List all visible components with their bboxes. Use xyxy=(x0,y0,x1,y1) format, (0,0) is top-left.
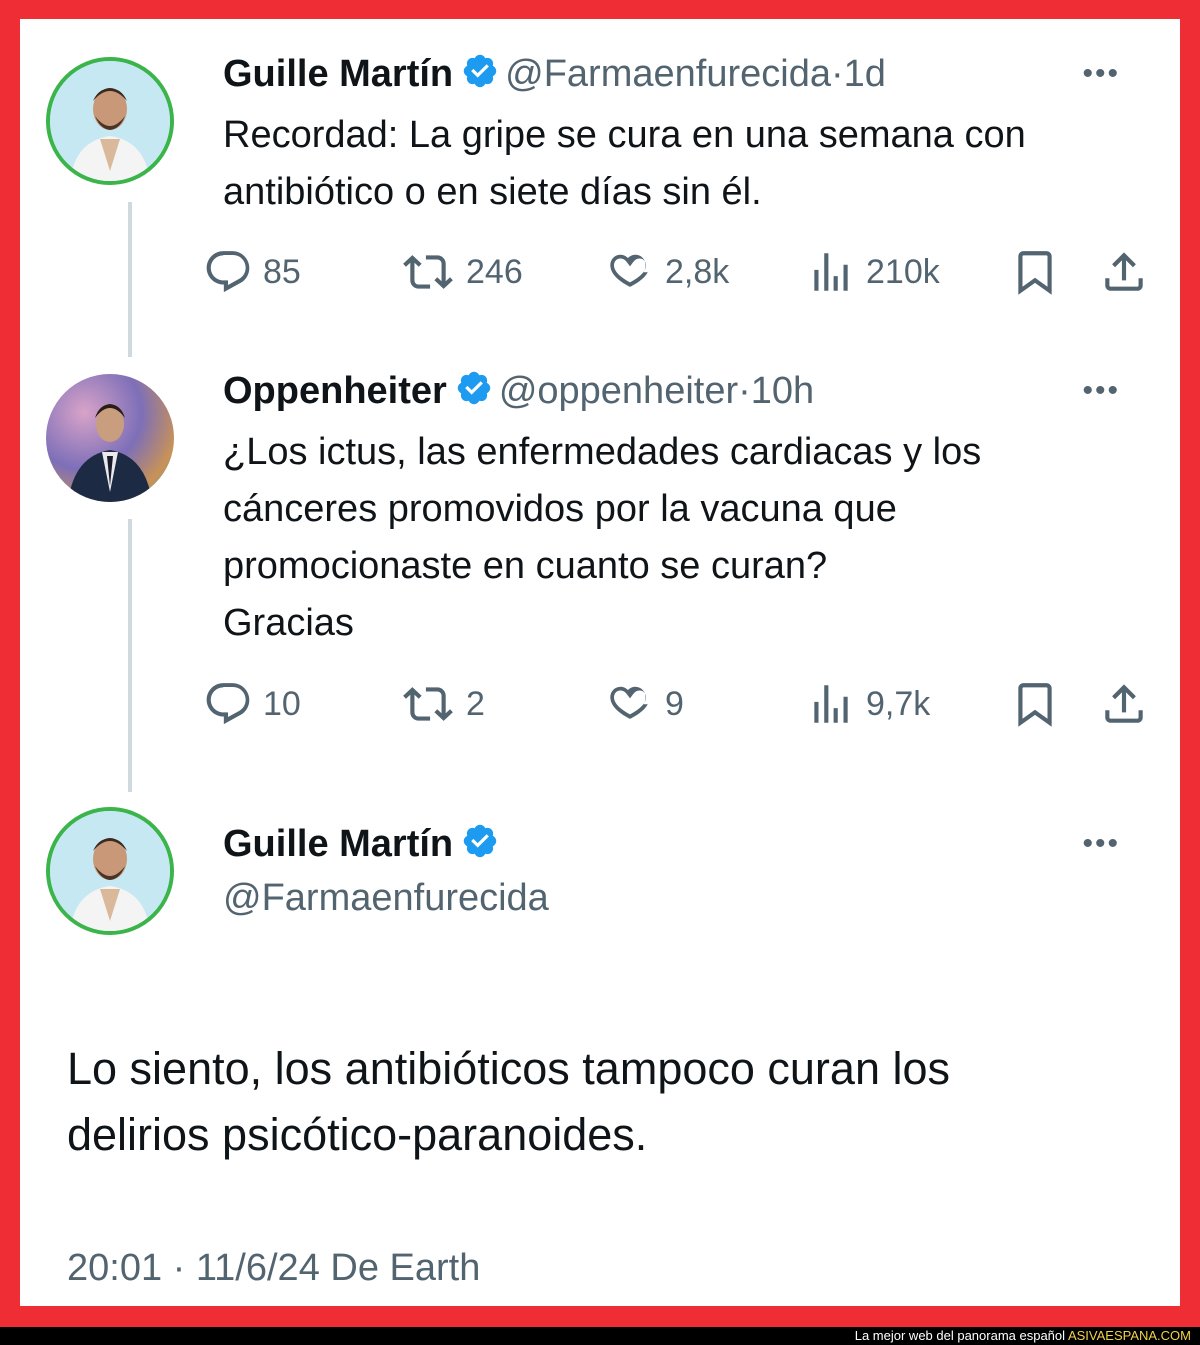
share-icon xyxy=(1105,252,1143,291)
reply-icon xyxy=(206,251,250,293)
views-button[interactable]: 9,7k xyxy=(806,679,930,729)
like-icon xyxy=(610,686,648,719)
bookmark-button[interactable] xyxy=(1010,679,1070,729)
reply-count: 10 xyxy=(263,684,301,723)
tweet-2-actions: 10 2 9 9,7k xyxy=(203,679,1150,727)
main-tweet-text-line: Lo siento, los antibióticos tampoco cura… xyxy=(67,1043,950,1094)
tweet-2-sep: · xyxy=(738,370,751,412)
person-avatar-image xyxy=(50,61,170,181)
views-button[interactable]: 210k xyxy=(806,247,940,297)
footer-site-link[interactable]: ASIVAESPANA.COM xyxy=(1068,1328,1191,1343)
thread-connector-2 xyxy=(128,519,132,792)
tweet-1-text-line: Recordad: La gripe se cura en una semana… xyxy=(223,114,1026,156)
tweet-2-text-line: ¿Los ictus, las enfermedades cardiacas y… xyxy=(223,431,982,473)
tweet-2-text: ¿Los ictus, las enfermedades cardiacas y… xyxy=(223,424,981,652)
bookmark-button[interactable] xyxy=(1010,247,1070,297)
main-tweet-text-line: delirios psicótico-paranoides. xyxy=(67,1109,648,1160)
avatar-guille-2[interactable] xyxy=(46,807,174,935)
main-tweet-header: Guille Martín xyxy=(223,822,505,870)
main-tweet-more-icon[interactable]: ••• xyxy=(1082,827,1120,861)
retweet-count: 246 xyxy=(466,252,523,291)
tweet-2-time[interactable]: 10h xyxy=(751,370,814,412)
share-button[interactable] xyxy=(1099,247,1159,297)
tweet-2-text-line: Gracias xyxy=(223,602,354,644)
tweet-1-header: Guille Martín @Farmaenfurecida·1d xyxy=(223,52,886,100)
retweet-button[interactable]: 2 xyxy=(400,679,485,729)
reply-button[interactable]: 85 xyxy=(203,247,301,297)
main-tweet-author-name[interactable]: Guille Martín xyxy=(223,823,453,865)
tweet-1-author-name[interactable]: Guille Martín xyxy=(223,53,453,95)
like-icon xyxy=(610,254,648,287)
tweet-2-handle[interactable]: @oppenheiter xyxy=(499,370,738,412)
avatar-oppenheiter[interactable] xyxy=(46,374,174,502)
bookmark-icon xyxy=(1018,683,1052,727)
verified-icon xyxy=(461,52,499,100)
views-count: 9,7k xyxy=(866,684,931,723)
tweet-2-text-line: promocionaste en cuanto se curan? xyxy=(223,545,828,587)
retweet-icon xyxy=(403,255,453,289)
person-avatar-image xyxy=(68,404,152,502)
tweet-2-header: Oppenheiter @oppenheiter·10h xyxy=(223,369,814,417)
thread-connector-1 xyxy=(128,202,132,357)
main-tweet-text: Lo siento, los antibióticos tampoco cura… xyxy=(67,1036,950,1168)
reply-count: 85 xyxy=(263,252,301,291)
tweet-1-handle[interactable]: @Farmaenfurecida xyxy=(505,53,831,95)
avatar-guille-1[interactable] xyxy=(46,57,174,185)
tweet-2-text-line: cánceres promovidos por la vacuna que xyxy=(223,488,897,530)
views-icon xyxy=(814,253,848,291)
retweet-button[interactable]: 246 xyxy=(400,247,523,297)
reply-icon xyxy=(206,683,250,725)
share-icon xyxy=(1105,684,1143,723)
main-tweet-handle[interactable]: @Farmaenfurecida xyxy=(223,877,549,920)
person-avatar-image xyxy=(50,811,170,931)
tweet-1-time[interactable]: 1d xyxy=(844,53,886,95)
tweet-1-sep: · xyxy=(830,53,844,95)
tweet-2-more-icon[interactable]: ••• xyxy=(1082,374,1120,408)
retweet-count: 2 xyxy=(466,684,485,723)
main-tweet-meta[interactable]: 20:01 · 11/6/24 De Earth xyxy=(67,1247,480,1290)
share-button[interactable] xyxy=(1099,679,1159,729)
like-button[interactable]: 9 xyxy=(605,679,684,729)
screenshot-card: Guille Martín @Farmaenfurecida·1d ••• Rec… xyxy=(20,19,1180,1306)
footer-tagline: La mejor web del panorama español xyxy=(854,1328,1068,1343)
like-count: 9 xyxy=(665,684,684,723)
bookmark-icon xyxy=(1018,251,1052,295)
views-count: 210k xyxy=(866,252,940,291)
verified-icon xyxy=(461,822,499,870)
views-icon xyxy=(814,685,848,723)
like-count: 2,8k xyxy=(665,252,730,291)
verified-icon xyxy=(455,369,493,417)
tweet-1-actions: 85 246 2,8k 210k xyxy=(203,247,1150,295)
site-footer: La mejor web del panorama español ASIVAE… xyxy=(0,1327,1200,1345)
tweet-2-author-name[interactable]: Oppenheiter xyxy=(223,370,447,412)
reply-button[interactable]: 10 xyxy=(203,679,301,729)
like-button[interactable]: 2,8k xyxy=(605,247,729,297)
tweet-1-more-icon[interactable]: ••• xyxy=(1082,57,1120,91)
retweet-icon xyxy=(403,687,453,721)
tweet-1-text: Recordad: La gripe se cura en una semana… xyxy=(223,107,1026,221)
tweet-1-text-line: antibiótico o en siete días sin él. xyxy=(223,171,762,213)
